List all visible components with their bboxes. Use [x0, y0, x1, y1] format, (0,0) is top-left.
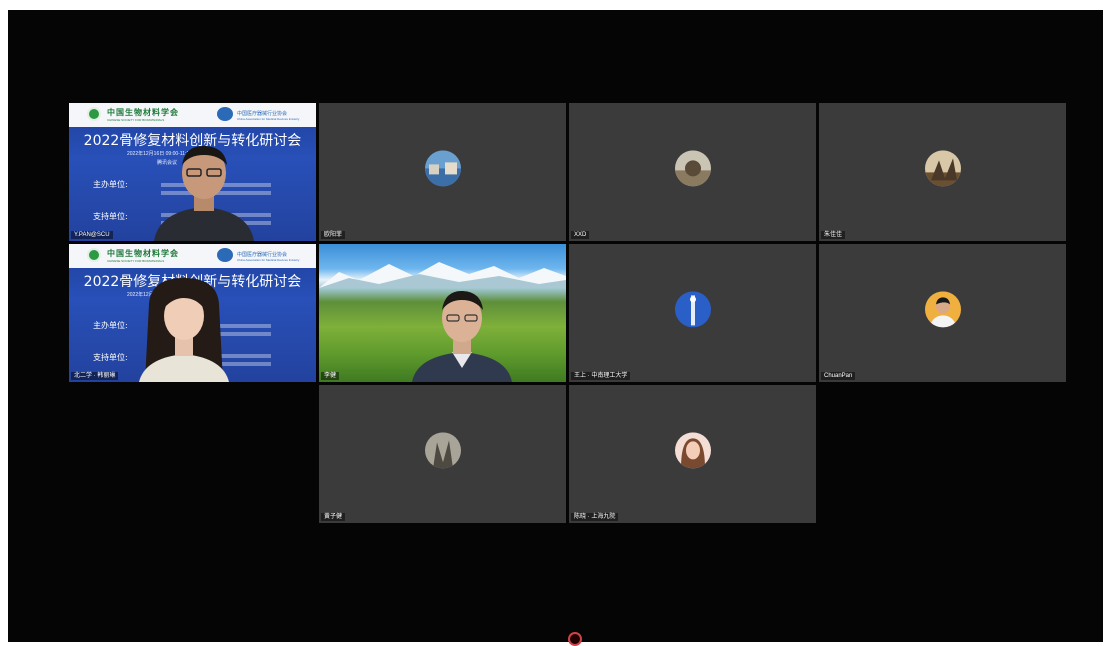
- avatar: [424, 150, 461, 187]
- org1-sub: CHINESE SOCIETY FOR BIOMATERIALS: [107, 118, 165, 122]
- slide-header: 中国生物材料学会 CHINESE SOCIETY FOR BIOMATERIAL…: [69, 244, 316, 268]
- avatar-photo-icon: [674, 291, 711, 328]
- avatar: [924, 291, 961, 328]
- avatar-photo-icon: [674, 432, 711, 469]
- avatar-photo-icon: [924, 150, 961, 187]
- participant-tile-8[interactable]: ChuanPan: [819, 244, 1066, 382]
- association-logo-icon: [217, 107, 233, 121]
- participant-name: Y.PAN@SCU: [71, 231, 113, 239]
- participant-name: 北二学 · 韩丽琳: [71, 372, 119, 380]
- avatar: [674, 291, 711, 328]
- avatar: [924, 150, 961, 187]
- society-logo-icon: [87, 248, 101, 262]
- society-logo-icon: [87, 107, 101, 121]
- org2-sub: China Association for Medical Devices In…: [237, 258, 300, 262]
- participant-tile-2[interactable]: 欧阳菲: [319, 103, 566, 241]
- participant-tile-6[interactable]: 李健: [319, 244, 566, 382]
- avatar: [674, 432, 711, 469]
- participant-name: 黄子健: [321, 513, 346, 521]
- association-logo-icon: [217, 248, 233, 262]
- avatar: [424, 432, 461, 469]
- avatar-photo-icon: [424, 150, 461, 187]
- org2-sub: China Association for Medical Devices In…: [237, 117, 300, 121]
- slide-host-label: 主办单位:: [93, 321, 128, 330]
- org1-sub: CHINESE SOCIETY FOR BIOMATERIALS: [107, 259, 165, 263]
- org1-name: 中国生物材料学会: [107, 249, 179, 258]
- participant-tile-9[interactable]: 黄子健: [319, 385, 566, 523]
- participant-video: [412, 290, 512, 382]
- org2-name: 中国医疗器械行业协会: [237, 111, 288, 117]
- mountain-range: [319, 262, 566, 288]
- participant-name: 李健: [321, 372, 340, 380]
- slide-support-label: 支持单位:: [93, 353, 128, 362]
- participant-tile-1[interactable]: 中国生物材料学会 CHINESE SOCIETY FOR BIOMATERIAL…: [69, 103, 316, 241]
- avatar-photo-icon: [924, 291, 961, 328]
- org1-name: 中国生物材料学会: [107, 108, 179, 117]
- participant-video: [139, 278, 229, 382]
- slide-host-label: 主办单位:: [93, 180, 128, 189]
- participant-tile-4[interactable]: 朱佳佳: [819, 103, 1066, 241]
- participant-name: XXD: [571, 231, 590, 239]
- avatar-photo-icon: [674, 150, 711, 187]
- participant-name: ChuanPan: [821, 372, 856, 380]
- avatar: [674, 150, 711, 187]
- participant-name: 陈晓 · 上海九院: [571, 513, 619, 521]
- meeting-gallery: 中国生物材料学会 CHINESE SOCIETY FOR BIOMATERIAL…: [8, 10, 1103, 642]
- participant-name: 王上 · 中南理工大学: [571, 372, 631, 380]
- participant-video: [154, 145, 254, 241]
- slide-support-label: 支持单位:: [93, 212, 128, 221]
- participant-tile-3[interactable]: XXD: [569, 103, 816, 241]
- org2-name: 中国医疗器械行业协会: [237, 252, 288, 258]
- participant-tile-5[interactable]: 中国生物材料学会 CHINESE SOCIETY FOR BIOMATERIAL…: [69, 244, 316, 382]
- record-indicator-icon: [568, 632, 582, 646]
- participant-tile-7[interactable]: 王上 · 中南理工大学: [569, 244, 816, 382]
- participant-name: 欧阳菲: [321, 231, 346, 239]
- participant-tile-10[interactable]: 陈晓 · 上海九院: [569, 385, 816, 523]
- slide-header: 中国生物材料学会 CHINESE SOCIETY FOR BIOMATERIAL…: [69, 103, 316, 127]
- participant-name: 朱佳佳: [821, 231, 846, 239]
- avatar-photo-icon: [424, 432, 461, 469]
